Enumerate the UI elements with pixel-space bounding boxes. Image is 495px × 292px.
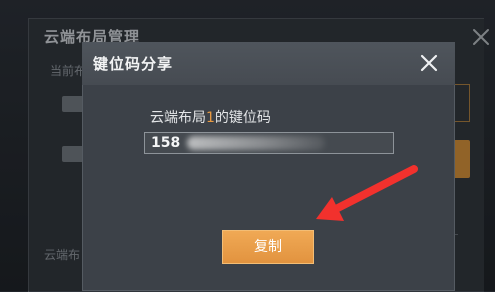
keycode-value: 158 — [151, 135, 181, 151]
dialog-header: 键位码分享 — [82, 42, 455, 85]
arrow-icon — [316, 165, 418, 221]
dialog-title: 键位码分享 — [93, 55, 174, 73]
keycode-label-number: 1 — [206, 110, 215, 126]
keycode-label-prefix: 云端布局 — [150, 110, 206, 126]
keycode-label-suffix: 的键位码 — [214, 110, 271, 126]
close-icon[interactable] — [418, 52, 440, 74]
keycode-field[interactable]: 158 — [144, 132, 394, 154]
copy-button[interactable]: 复制 — [222, 230, 314, 264]
keycode-redaction — [187, 136, 325, 150]
keycode-label: 云端布局1的键位码 — [150, 107, 271, 127]
